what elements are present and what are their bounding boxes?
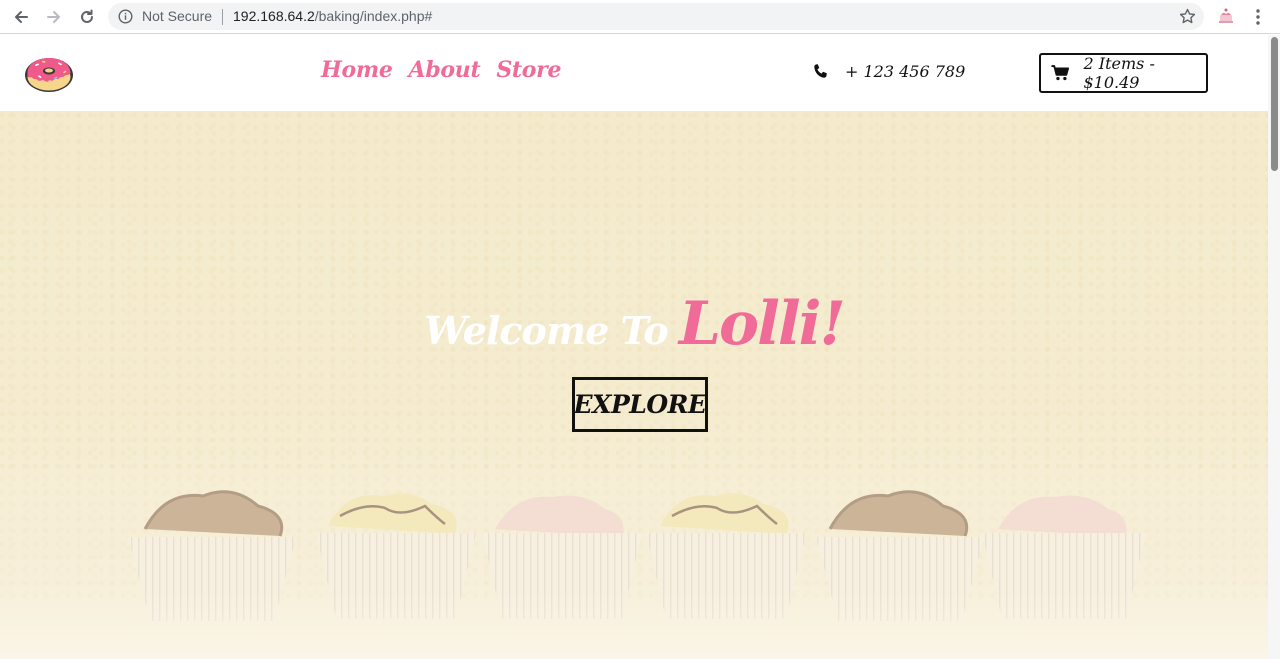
nav-store-link[interactable]: Store <box>496 57 561 83</box>
info-icon[interactable] <box>118 9 133 24</box>
reload-button[interactable] <box>75 5 99 29</box>
phone-number: + 123 456 789 <box>845 62 966 81</box>
phone-contact[interactable]: + 123 456 789 <box>812 62 965 81</box>
explore-button[interactable]: EXPLORE <box>572 377 708 432</box>
back-button[interactable] <box>9 5 33 29</box>
security-label[interactable]: Not Secure <box>142 8 212 24</box>
hero-banner: Welcome To Lolli! EXPLORE <box>0 111 1268 659</box>
cart-button[interactable]: 2 Items - $10.49 <box>1039 53 1208 93</box>
extension-cake-icon[interactable] <box>1216 6 1236 26</box>
donut-logo-icon[interactable] <box>23 52 75 94</box>
url-path: /baking/index.php# <box>314 8 433 24</box>
forward-button[interactable] <box>42 5 66 29</box>
shopping-cart-icon <box>1051 65 1070 81</box>
url-text[interactable]: 192.168.64.2/baking/index.php# <box>233 8 432 24</box>
nav-about-link[interactable]: About <box>409 57 481 83</box>
phone-icon <box>814 64 827 78</box>
reload-icon <box>81 9 93 23</box>
nav-home-link[interactable]: Home <box>321 57 393 83</box>
cart-summary: 2 Items - $10.49 <box>1083 54 1155 92</box>
scrollbar-thumb[interactable] <box>1271 37 1278 171</box>
browser-menu-icon[interactable] <box>1251 7 1265 27</box>
url-host: 192.168.64.2 <box>233 8 315 24</box>
welcome-text: Welcome To <box>424 308 669 353</box>
hero-heading: Welcome To Lolli! <box>0 289 1268 359</box>
brand-name: Lolli! <box>678 289 846 359</box>
page-scrollbar[interactable] <box>1268 35 1280 659</box>
main-nav: Home About Store <box>321 57 561 83</box>
bookmark-star-icon[interactable] <box>1179 8 1196 25</box>
site-header: Home About Store + 123 456 789 2 Items -… <box>0 35 1268 111</box>
back-arrow-icon <box>15 11 28 23</box>
omnibox-divider <box>222 9 223 25</box>
cupcakes-photo <box>0 471 1268 659</box>
browser-toolbar: Not Secure 192.168.64.2/baking/index.php… <box>0 0 1280 34</box>
forward-arrow-icon <box>47 11 60 23</box>
address-bar[interactable]: Not Secure 192.168.64.2/baking/index.php… <box>108 3 1204 30</box>
